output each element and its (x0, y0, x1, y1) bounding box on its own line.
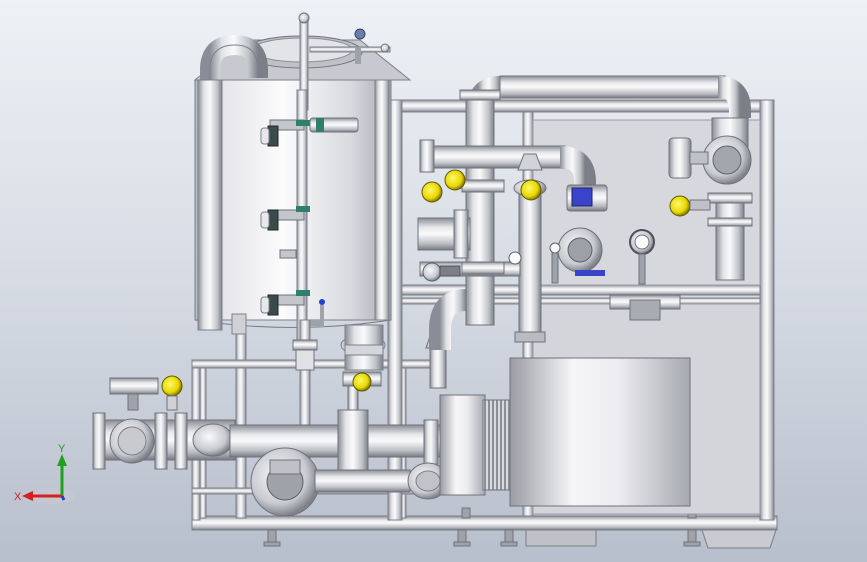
butterfly-valve-icon[interactable] (92, 375, 236, 470)
equipment-model[interactable]: Y X (0, 0, 867, 562)
suction-manifold (229, 371, 441, 471)
axis-y-label: Y (58, 443, 66, 455)
cad-viewport[interactable]: Y X (0, 0, 867, 562)
axis-triad-icon: Y X (14, 443, 74, 504)
axis-x-label: X (14, 491, 22, 503)
